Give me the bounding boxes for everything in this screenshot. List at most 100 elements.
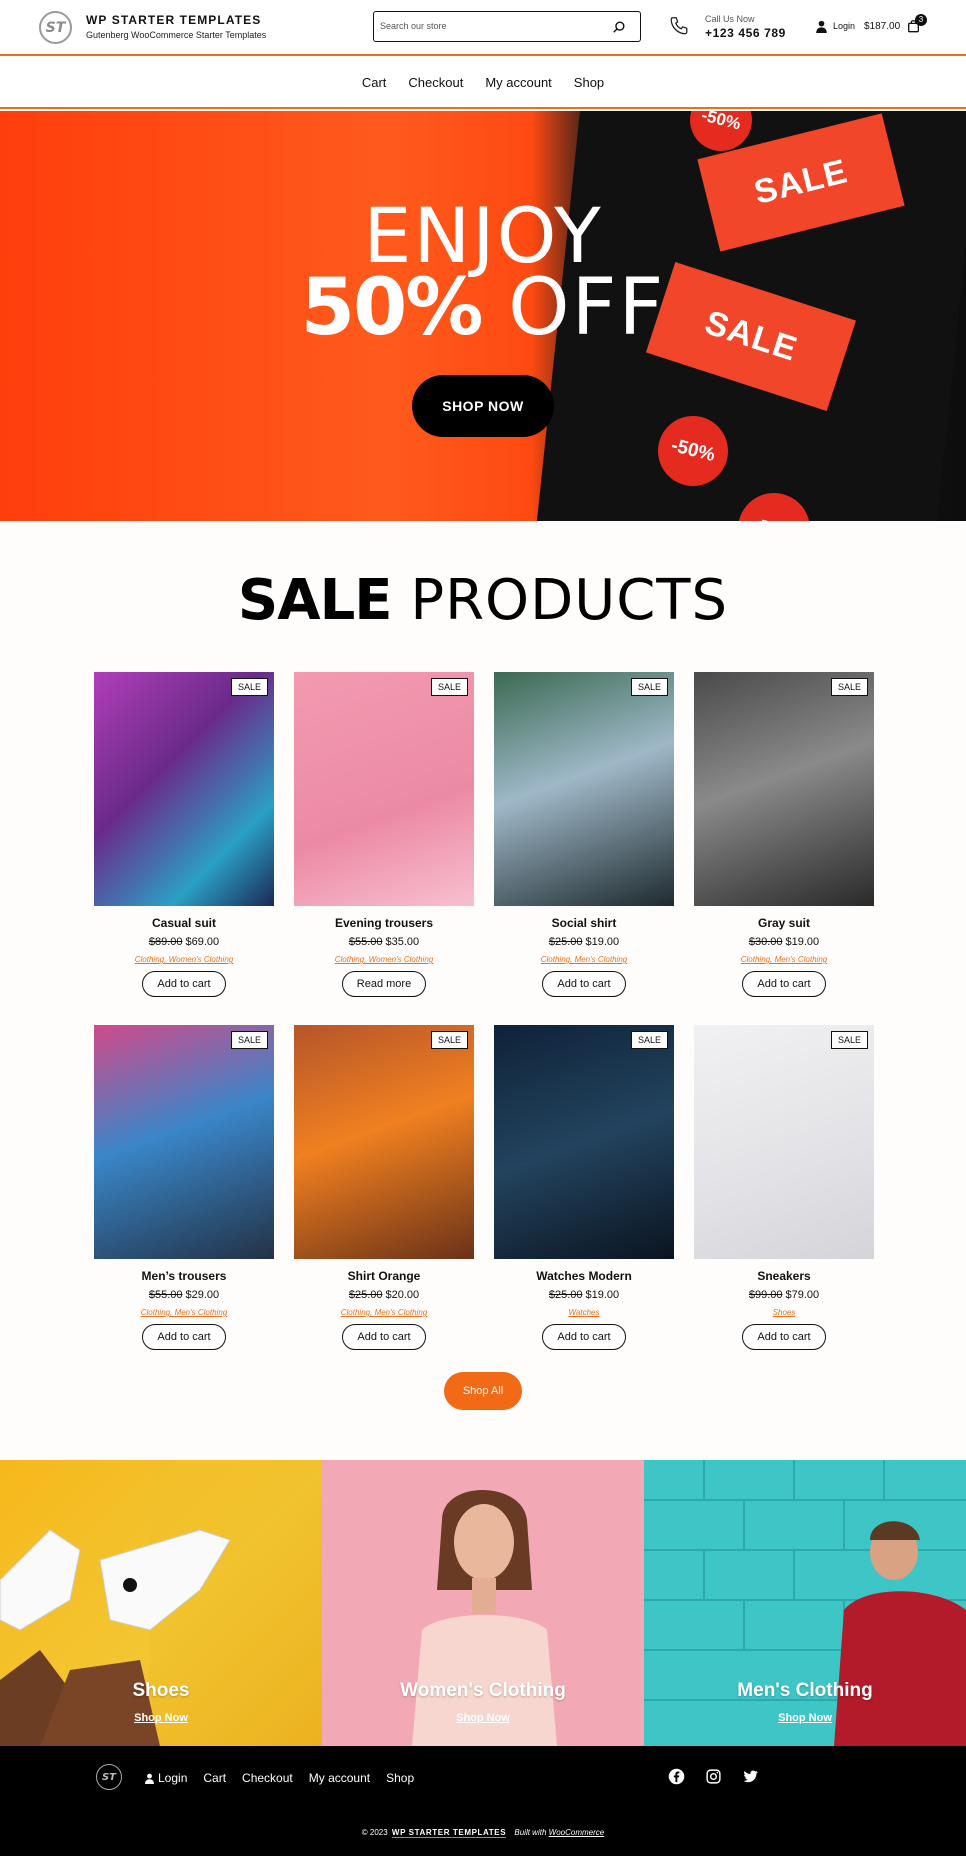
product-image[interactable]: SALE — [694, 672, 874, 906]
category-link[interactable]: Women's Clothing — [369, 955, 434, 964]
sale-badge: SALE — [430, 678, 468, 696]
nav-item-cart[interactable]: Cart — [362, 75, 387, 90]
category-link[interactable]: Clothing — [141, 1308, 170, 1317]
phone-icon — [670, 17, 688, 35]
product-image[interactable]: SALE — [294, 672, 474, 906]
original-price: $25.00 — [348, 1289, 383, 1301]
footer-nav-cart[interactable]: Cart — [203, 1771, 226, 1785]
sale-price: $19.00 — [785, 936, 820, 948]
product-categories: Watches — [494, 1308, 674, 1317]
footer-nav-checkout[interactable]: Checkout — [242, 1771, 293, 1785]
twitter-icon[interactable] — [742, 1768, 759, 1785]
footer-nav: Login Cart Checkout My account Shop — [144, 1771, 414, 1785]
copyright: © 2023 WP STARTER TEMPLATES Built with W… — [0, 1828, 966, 1838]
social-links — [668, 1768, 759, 1785]
product-price: $25.00 $19.00 — [494, 936, 674, 948]
product-cart-button[interactable]: Add to cart — [542, 1324, 626, 1350]
product-cart-button[interactable]: Add to cart — [142, 1324, 226, 1350]
product-cart-button[interactable]: Read more — [342, 971, 426, 997]
product-image[interactable]: SALE — [94, 672, 274, 906]
category-shop-now-link[interactable]: Shop Now — [322, 1712, 644, 1724]
search-box — [373, 11, 641, 42]
category-link[interactable]: Women's Clothing — [169, 955, 234, 964]
product-cart-button[interactable]: Add to cart — [742, 971, 826, 997]
user-icon[interactable] — [815, 20, 828, 33]
original-price: $25.00 — [548, 1289, 583, 1301]
nav-item-my-account[interactable]: My account — [485, 75, 551, 90]
product-name[interactable]: Men’s trousers — [94, 1269, 274, 1283]
woman-photo — [412, 1490, 557, 1746]
product-image[interactable]: SALE — [494, 672, 674, 906]
category-link[interactable]: Shoes — [773, 1308, 796, 1317]
original-price: $25.00 — [548, 936, 583, 948]
shop-now-button[interactable]: SHOP NOW — [412, 375, 554, 437]
category-shop-now-link[interactable]: Shop Now — [644, 1712, 966, 1724]
product-categories: Clothing, Women's Clothing — [334, 955, 434, 964]
category-link[interactable]: Clothing — [741, 955, 770, 964]
product-image[interactable]: SALE — [294, 1025, 474, 1259]
category-link[interactable]: Clothing — [541, 955, 570, 964]
woocommerce-link[interactable]: WooCommerce — [549, 1828, 605, 1837]
product-cart-button[interactable]: Add to cart — [542, 971, 626, 997]
sale-price: $19.00 — [585, 936, 620, 948]
product-name[interactable]: Gray suit — [694, 916, 874, 930]
category-link[interactable]: Watches — [569, 1308, 600, 1317]
sale-price: $79.00 — [785, 1289, 820, 1301]
shop-all-button[interactable]: Shop All — [444, 1372, 522, 1410]
product-name[interactable]: Evening trousers — [294, 916, 474, 930]
category-link[interactable]: Clothing — [341, 1308, 370, 1317]
product-cart-button[interactable]: Add to cart — [142, 971, 226, 997]
category-banner-womens-clothing[interactable]: Women's Clothing Shop Now — [322, 1460, 644, 1746]
footer-nav-my-account[interactable]: My account — [309, 1771, 370, 1785]
nav-item-checkout[interactable]: Checkout — [408, 75, 463, 90]
original-price: $55.00 — [348, 936, 383, 948]
section-title-light: PRODUCTS — [391, 568, 729, 633]
product-categories: Clothing, Women's Clothing — [134, 955, 234, 964]
product-categories: Clothing, Men's Clothing — [740, 955, 828, 964]
product-categories: Clothing, Men's Clothing — [140, 1308, 228, 1317]
nav-item-shop[interactable]: Shop — [574, 75, 604, 90]
search-input[interactable] — [380, 18, 600, 34]
product-name[interactable]: Casual suit — [94, 916, 274, 930]
man-photo — [644, 1460, 966, 1746]
hero-banner: -50% SALE SALE -50% -50% ENJOY 50% OFF S… — [0, 111, 966, 521]
product-name[interactable]: Shirt Orange — [294, 1269, 474, 1283]
footer-nav-shop[interactable]: Shop — [386, 1771, 414, 1785]
phone-number[interactable]: +123 456 789 — [705, 26, 786, 40]
product-name[interactable]: Watches Modern — [494, 1269, 674, 1283]
sale-price: $19.00 — [585, 1289, 620, 1301]
category-link[interactable]: Men's Clothing — [575, 955, 628, 964]
category-title: Women's Clothing — [400, 1680, 566, 1701]
footer-brand-link[interactable]: WP STARTER TEMPLATES — [391, 1828, 507, 1838]
category-link[interactable]: Clothing — [335, 955, 364, 964]
sale-badge: SALE — [630, 1031, 668, 1049]
category-link[interactable]: Clothing — [135, 955, 164, 964]
facebook-icon[interactable] — [668, 1768, 685, 1785]
product-image[interactable]: SALE — [94, 1025, 274, 1259]
product-image[interactable]: SALE — [694, 1025, 874, 1259]
category-link[interactable]: Men's Clothing — [375, 1308, 428, 1317]
search-icon[interactable] — [612, 20, 626, 34]
product-name[interactable]: Sneakers — [694, 1269, 874, 1283]
original-price: $30.00 — [748, 936, 783, 948]
site-title[interactable]: WP STARTER TEMPLATES — [86, 13, 261, 27]
product-categories: Clothing, Men's Clothing — [540, 955, 628, 964]
product-name[interactable]: Social shirt — [494, 916, 674, 930]
site-tagline: Gutenberg WooCommerce Starter Templates — [86, 30, 267, 40]
category-shop-now-link[interactable]: Shop Now — [0, 1712, 322, 1724]
product-cart-button[interactable]: Add to cart — [342, 1324, 426, 1350]
product-image[interactable]: SALE — [494, 1025, 674, 1259]
footer-login-link[interactable]: Login — [144, 1771, 187, 1785]
footer-logo-icon[interactable]: ST — [96, 1764, 122, 1790]
logo-icon[interactable]: ST — [39, 11, 72, 44]
category-title: Shoes — [132, 1680, 190, 1701]
product-cart-button[interactable]: Add to cart — [742, 1324, 826, 1350]
cart-total[interactable]: $187.00 — [864, 21, 900, 32]
category-link[interactable]: Men's Clothing — [775, 955, 828, 964]
category-link[interactable]: Men's Clothing — [175, 1308, 228, 1317]
category-banner-mens-clothing[interactable]: Men's Clothing Shop Now — [644, 1460, 966, 1746]
instagram-icon[interactable] — [705, 1768, 722, 1785]
login-link[interactable]: Login — [833, 21, 855, 31]
category-banner-shoes[interactable]: Shoes Shop Now — [0, 1460, 322, 1746]
hero-offer-percent: 50% — [300, 263, 484, 353]
